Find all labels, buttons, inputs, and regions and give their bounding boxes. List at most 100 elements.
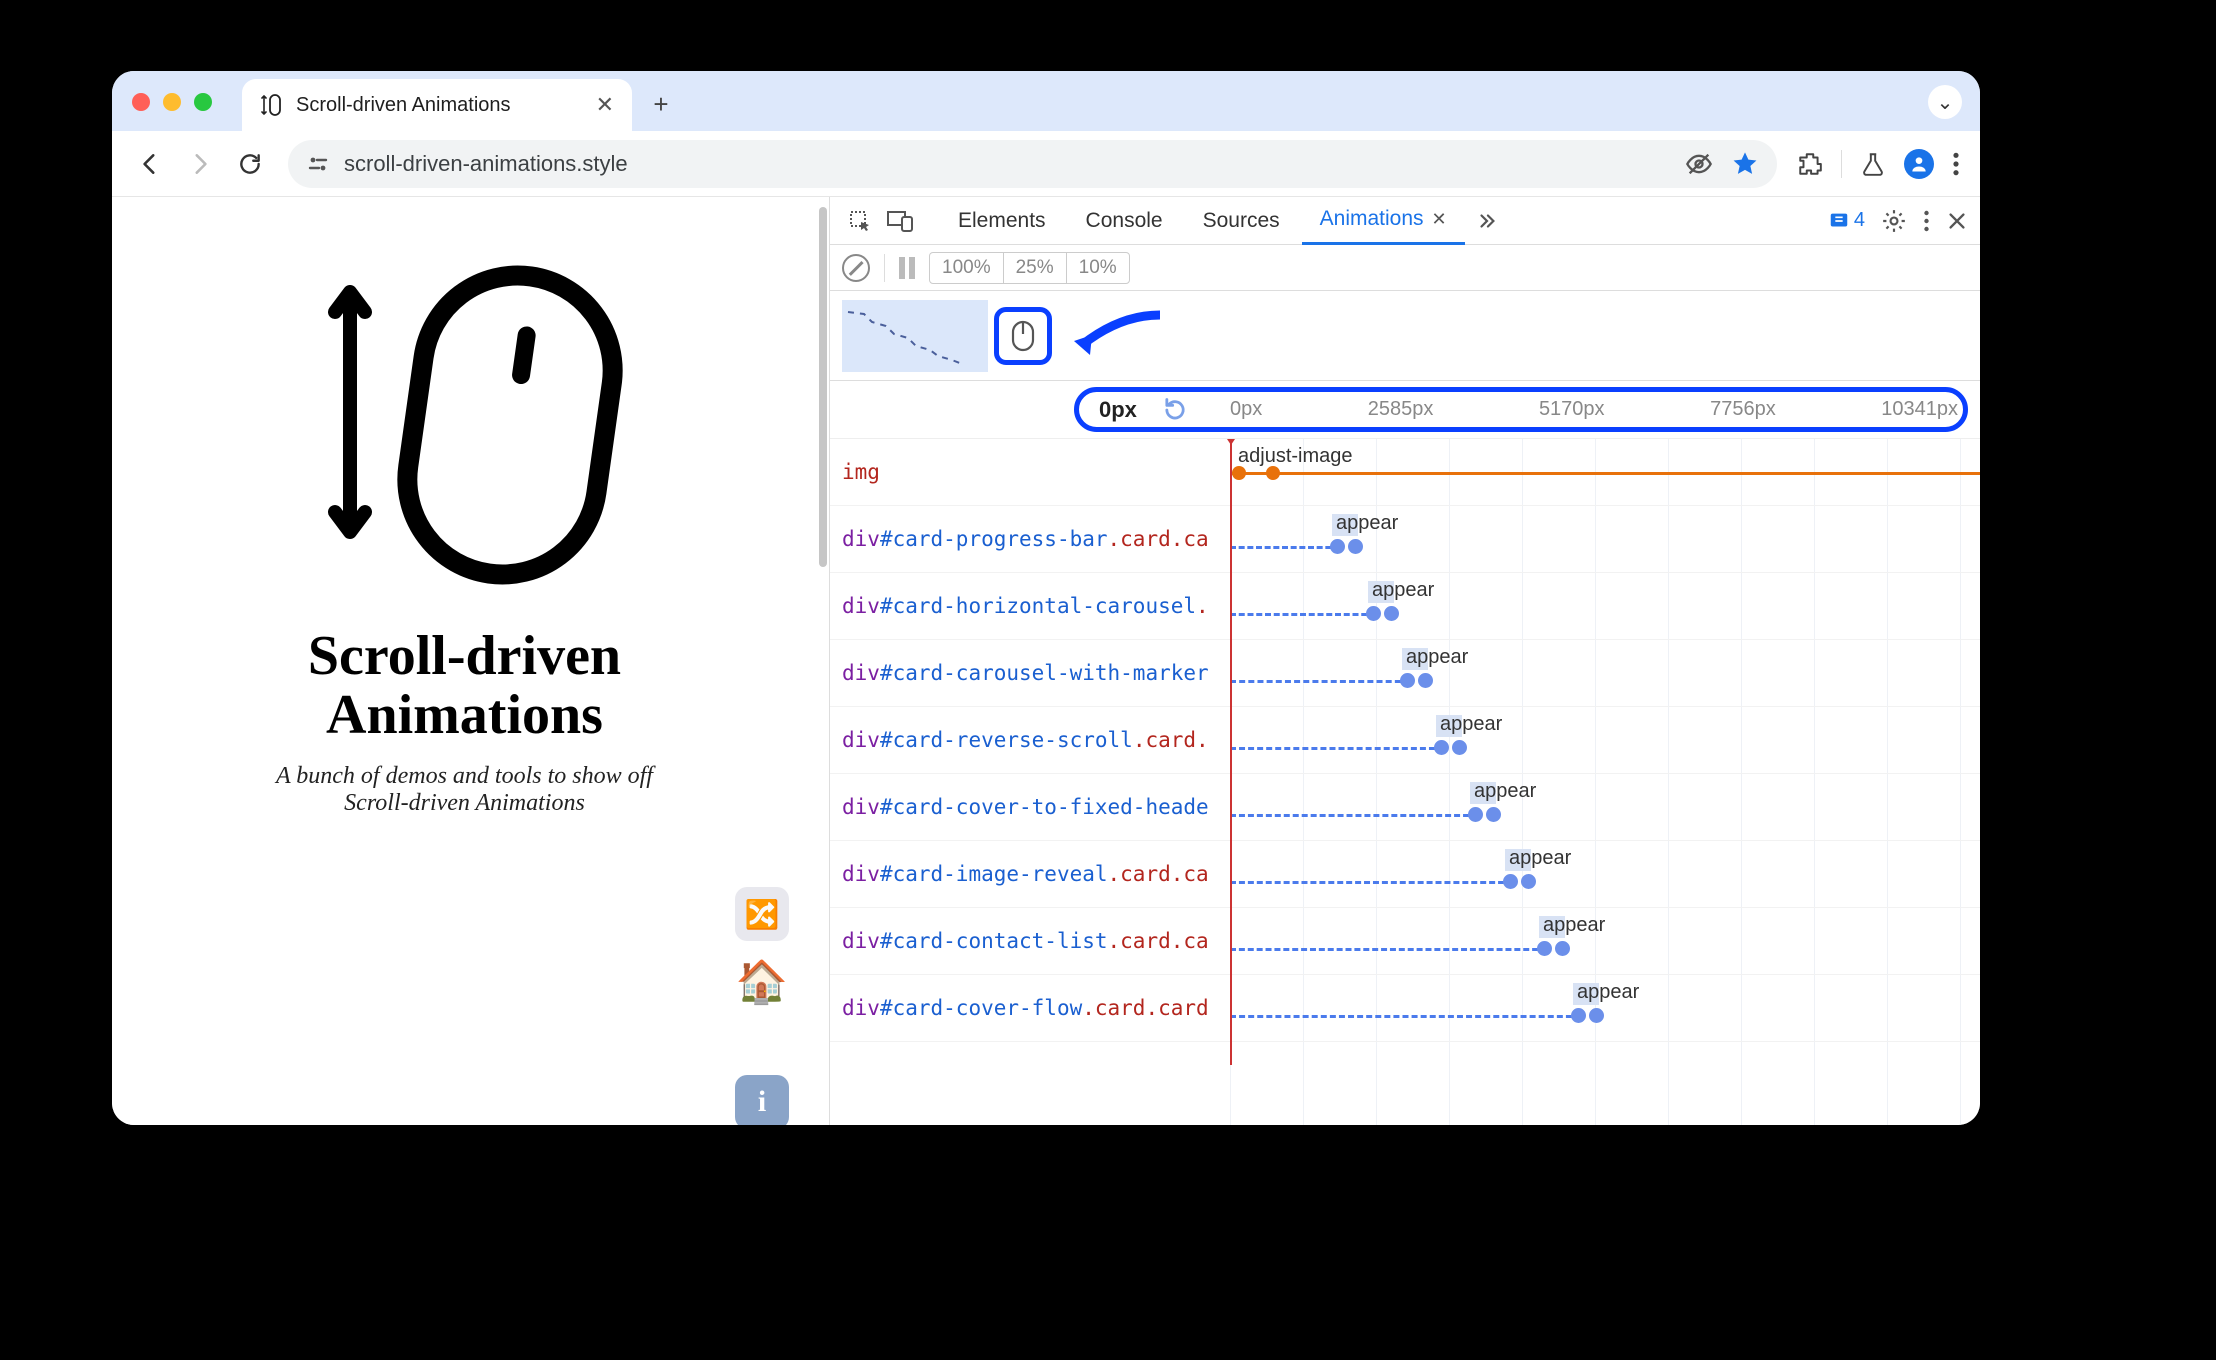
inspect-element-icon[interactable] <box>842 203 878 239</box>
page-title: Scroll-driven Animations <box>308 627 621 745</box>
forward-button[interactable] <box>182 146 218 182</box>
devtools-kebab-icon[interactable] <box>1923 209 1930 233</box>
timeline-highlight-box: 0px <box>1074 387 1968 432</box>
clear-animations-icon[interactable] <box>842 254 870 282</box>
animation-name: appear <box>1509 847 1571 870</box>
animation-track[interactable]: appear <box>1230 640 1980 706</box>
favicon-mouse-icon <box>260 94 282 116</box>
browser-tab[interactable]: Scroll-driven Animations ✕ <box>242 79 632 131</box>
timeline-row[interactable]: div#card-carousel-with-marker appear <box>830 640 1980 707</box>
playhead[interactable] <box>1230 439 1232 1065</box>
animation-name: appear <box>1543 914 1605 937</box>
reload-button[interactable] <box>232 146 268 182</box>
divider <box>884 254 885 282</box>
element-selector: div#card-reverse-scroll.card. <box>830 728 1230 752</box>
animation-track[interactable]: adjust-image <box>1230 439 1980 505</box>
page-viewport[interactable]: Scroll-driven Animations A bunch of demo… <box>112 197 817 1125</box>
eye-off-icon[interactable] <box>1685 150 1713 178</box>
animation-track[interactable]: appear <box>1230 506 1980 572</box>
browser-toolbar: scroll-driven-animations.style <box>112 131 1980 197</box>
timeline-row[interactable]: div#card-contact-list.card.caappear <box>830 908 1980 975</box>
close-tab-icon[interactable]: ✕ <box>596 92 614 118</box>
animation-groups-strip <box>830 291 1980 381</box>
timeline-row[interactable]: div#card-cover-flow.card.card appear <box>830 975 1980 1042</box>
animation-name: appear <box>1336 512 1398 535</box>
new-tab-button[interactable]: + <box>638 81 684 127</box>
timeline-row[interactable]: div#card-image-reveal.card.ca appear <box>830 841 1980 908</box>
animation-group-thumbnail[interactable] <box>842 300 988 372</box>
toolbar-actions <box>1797 149 1960 179</box>
bookmark-star-icon[interactable] <box>1731 150 1759 178</box>
address-bar[interactable]: scroll-driven-animations.style <box>288 140 1777 188</box>
element-selector: div#card-progress-bar.card.ca <box>830 527 1230 551</box>
speed-10[interactable]: 10% <box>1067 253 1129 283</box>
element-selector: div#card-carousel-with-marker <box>830 661 1230 685</box>
tab-elements[interactable]: Elements <box>940 197 1064 245</box>
pause-icon[interactable] <box>899 257 915 279</box>
shuffle-button[interactable]: 🔀 <box>735 887 789 941</box>
messages-badge[interactable]: 4 <box>1828 209 1865 232</box>
browser-window: Scroll-driven Animations ✕ + ⌄ scroll-dr… <box>112 71 1980 1125</box>
speed-25[interactable]: 25% <box>1004 253 1067 283</box>
tab-console[interactable]: Console <box>1068 197 1181 245</box>
animation-track[interactable]: appear <box>1230 707 1980 773</box>
maximize-window-button[interactable] <box>194 93 212 111</box>
element-selector: div#card-cover-to-fixed-heade <box>830 795 1230 819</box>
settings-gear-icon[interactable] <box>1881 208 1907 234</box>
element-selector: img <box>830 460 1230 484</box>
animation-name: appear <box>1577 981 1639 1004</box>
scroll-driven-indicator[interactable] <box>994 307 1052 365</box>
home-button[interactable]: 🏠 <box>735 955 789 1009</box>
page-logo-mouse-icon <box>305 257 625 587</box>
animation-track[interactable]: appear <box>1230 841 1980 907</box>
animation-track[interactable]: appear <box>1230 774 1980 840</box>
animation-track[interactable]: appear <box>1230 573 1980 639</box>
element-selector: div#card-cover-flow.card.card <box>830 996 1230 1020</box>
more-tabs-icon[interactable] <box>1469 203 1505 239</box>
extensions-icon[interactable] <box>1797 151 1823 177</box>
profile-avatar[interactable] <box>1904 149 1934 179</box>
animation-track[interactable]: appear <box>1230 975 1980 1041</box>
animation-name: appear <box>1440 713 1502 736</box>
animation-track[interactable]: appear <box>1230 908 1980 974</box>
flask-icon[interactable] <box>1860 151 1886 177</box>
timeline-row[interactable]: div#card-horizontal-carousel. appear <box>830 573 1980 640</box>
tab-animations[interactable]: Animations✕ <box>1302 197 1465 245</box>
back-button[interactable] <box>132 146 168 182</box>
window-controls <box>132 93 212 111</box>
divider <box>1841 150 1842 178</box>
devtools-panel: Elements Console Sources Animations✕ 4 1… <box>829 197 1980 1125</box>
replay-icon[interactable] <box>1161 396 1189 424</box>
content-area: Scroll-driven Animations A bunch of demo… <box>112 197 1980 1125</box>
page-scrollbar[interactable] <box>817 197 829 1125</box>
element-selector: div#card-horizontal-carousel. <box>830 594 1230 618</box>
tab-sources[interactable]: Sources <box>1185 197 1298 245</box>
kebab-menu-icon[interactable] <box>1952 151 1960 177</box>
device-toggle-icon[interactable] <box>882 203 918 239</box>
tabs-dropdown-button[interactable]: ⌄ <box>1928 85 1962 119</box>
animation-name: appear <box>1474 780 1536 803</box>
page-title-line1: Scroll-driven <box>308 625 621 687</box>
timeline-ruler[interactable]: 0px 2585px 5170px 7756px 10341px 0px <box>830 381 1980 439</box>
timeline-row[interactable]: div#card-progress-bar.card.ca appear <box>830 506 1980 573</box>
devtools-tabstrip: Elements Console Sources Animations✕ 4 <box>830 197 1980 245</box>
page-title-line2: Animations <box>326 684 603 746</box>
scrollbar-thumb[interactable] <box>819 207 827 567</box>
animations-toolbar: 100% 25% 10% <box>830 245 1980 291</box>
close-panel-icon[interactable]: ✕ <box>1432 209 1447 230</box>
animation-name: appear <box>1406 646 1468 669</box>
element-selector: div#card-image-reveal.card.ca <box>830 862 1230 886</box>
timeline-row[interactable]: img adjust-image <box>830 439 1980 506</box>
close-window-button[interactable] <box>132 93 150 111</box>
timeline-row[interactable]: div#card-reverse-scroll.card. appear <box>830 707 1980 774</box>
animation-name: appear <box>1372 579 1434 602</box>
timeline-row[interactable]: div#card-cover-to-fixed-heade appear <box>830 774 1980 841</box>
speed-100[interactable]: 100% <box>930 253 1004 283</box>
minimize-window-button[interactable] <box>163 93 181 111</box>
info-button[interactable]: i <box>735 1075 789 1125</box>
close-devtools-icon[interactable] <box>1946 210 1968 232</box>
site-settings-icon[interactable] <box>306 152 330 176</box>
animation-name: adjust-image <box>1238 445 1353 468</box>
tab-strip: Scroll-driven Animations ✕ + ⌄ <box>112 71 1980 131</box>
url-text: scroll-driven-animations.style <box>344 151 628 177</box>
